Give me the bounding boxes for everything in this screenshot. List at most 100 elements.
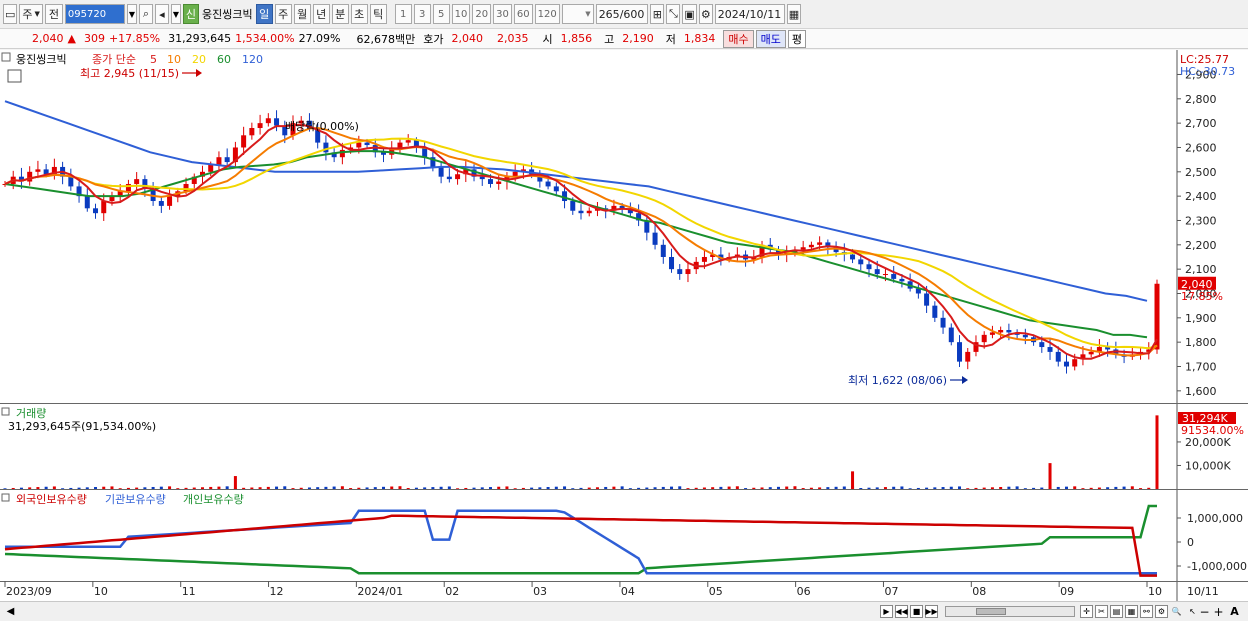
volume-bar-36	[299, 487, 303, 489]
scale-icon[interactable]: ⤡	[666, 4, 681, 24]
holding-tick-label-2: -1,000,000	[1187, 560, 1247, 573]
interval-button-20[interactable]: 20	[472, 4, 492, 24]
volume-bar-120	[990, 487, 994, 489]
speaker-icon[interactable]: ◂	[154, 4, 169, 24]
candle-body-112	[924, 293, 930, 306]
layout-icon[interactable]: ▤	[1110, 605, 1123, 618]
plus-icon[interactable]: +	[1212, 605, 1225, 619]
search-icon[interactable]: ⌕	[138, 4, 153, 24]
volume-bar-137	[1130, 486, 1134, 489]
speaker-dropdown-icon[interactable]: ▼	[170, 4, 181, 24]
volume-bar-83	[686, 488, 690, 489]
rewind-icon[interactable]: ◀◀	[895, 605, 908, 618]
period-tab-4[interactable]: 분	[331, 4, 349, 24]
candle-body-114	[940, 317, 946, 328]
legend-stock-name: 웅진씽크빅	[16, 53, 67, 66]
period-tab-3[interactable]: 년	[312, 4, 330, 24]
play-icon[interactable]: ▶	[880, 605, 893, 618]
minus-icon[interactable]: −	[1198, 605, 1211, 619]
period-tab-6[interactable]: 틱	[369, 4, 387, 24]
interval-button-30[interactable]: 30	[493, 4, 512, 24]
volume-value-text: 31,293,645주(91,534.00%)	[8, 420, 156, 433]
volume-bar-105	[867, 487, 871, 489]
buy-button[interactable]: 매수	[723, 29, 754, 48]
volume-bar-73	[604, 486, 608, 489]
new-badge[interactable]: 신	[182, 4, 200, 24]
change-value: 309	[83, 32, 105, 45]
volume-bar-45	[373, 487, 377, 489]
volume-bar-53	[439, 486, 443, 489]
volume-title: 거래량	[16, 407, 46, 420]
period-tab-0[interactable]: 일	[255, 4, 273, 24]
table-icon[interactable]	[7, 69, 22, 83]
scroll-thumb[interactable]	[976, 608, 1006, 615]
scroll-track[interactable]	[945, 606, 1075, 617]
link-icon[interactable]: ⚯	[1140, 605, 1153, 618]
eval-button[interactable]: 평	[787, 29, 806, 48]
volume-bar-38	[316, 487, 320, 489]
chart-area[interactable]: 2,900 2,800 2,700 2,600 2,500 2,400 2,300 2,200…	[0, 50, 1248, 601]
zoom-fit-icon[interactable]: ⊞	[650, 4, 665, 24]
holding-legend-2: 개인보유수량	[183, 493, 244, 506]
volume-bar-39	[324, 486, 328, 489]
legend-ma-120: 120	[242, 53, 263, 66]
stock-code-input[interactable]: 095720	[64, 4, 125, 24]
volume-bar-130	[1073, 486, 1077, 489]
volume-bar-97	[801, 488, 805, 489]
period-tab-1[interactable]: 주	[274, 4, 292, 24]
open-price: 1,856	[560, 32, 593, 45]
settings-icon[interactable]: ⚙	[1155, 605, 1168, 618]
volume-tick-label-0: 20,000K	[1185, 436, 1231, 449]
font-icon[interactable]: A	[1228, 605, 1241, 618]
candle-body-103	[850, 254, 856, 260]
window-icon[interactable]: ▭	[3, 4, 18, 24]
interval-button-60[interactable]: 60	[513, 4, 533, 24]
stop-icon[interactable]: ■	[910, 605, 923, 618]
candle-body-16	[134, 179, 140, 184]
volume-bar-31	[258, 487, 262, 489]
interval-button-1[interactable]: 1	[394, 4, 412, 24]
candle-body-4	[35, 169, 41, 172]
display-count-input[interactable]: 265/600	[595, 4, 649, 24]
price-tick-label-12: 1,700	[1185, 360, 1217, 373]
interval-button-5[interactable]: 5	[432, 4, 450, 24]
scissors-icon[interactable]: ✂	[1095, 605, 1108, 618]
interval-custom-select[interactable]: ▼	[561, 4, 594, 24]
sell-button[interactable]: 매도	[755, 29, 786, 48]
chart-svg[interactable]: 2,9002,8002,7002,6002,5002,4002,3002,200…	[0, 50, 1248, 601]
volume-bar-8	[69, 487, 73, 489]
candle-body-127	[1047, 347, 1053, 352]
period-tab-2[interactable]: 월	[293, 4, 311, 24]
period-tab-5[interactable]: 초	[350, 4, 368, 24]
prev-button[interactable]: 전	[44, 4, 63, 24]
volume-bar-27	[225, 486, 229, 489]
interval-button-10[interactable]: 10	[451, 4, 471, 24]
volume-bar-104	[859, 488, 863, 489]
zoom-out-icon[interactable]: 🔍	[1170, 605, 1183, 618]
candle-body-129	[1063, 361, 1069, 367]
interval-button-3[interactable]: 3	[413, 4, 431, 24]
volume-bar-20	[168, 486, 172, 489]
scroll-bar[interactable]: ◀ ▶ ◀◀ ■ ▶▶ ✛ ✂ ▤ ▦ ⚯ ⚙ 🔍 ↖ − + A	[0, 601, 1248, 621]
volume-bar-90	[744, 488, 748, 489]
code-dropdown-icon[interactable]: ▼	[126, 4, 137, 24]
price-tick-label-1: 2,800	[1185, 93, 1217, 106]
scroll-left-icon[interactable]: ◀	[4, 605, 17, 618]
total-count: /600	[619, 7, 645, 21]
grid-icon[interactable]: ▦	[1125, 605, 1138, 618]
volume-bar-24	[200, 487, 204, 489]
date-input[interactable]: 2024/10/11	[714, 4, 785, 24]
save-icon[interactable]: ▣	[682, 4, 697, 24]
gear-icon[interactable]: ⚙	[698, 4, 713, 24]
candle-body-113	[932, 305, 938, 318]
interval-button-120[interactable]: 120	[534, 4, 560, 24]
candle-body-41	[339, 149, 345, 158]
forward-icon[interactable]: ▶▶	[925, 605, 938, 618]
volume-rate: 1,534.00%	[235, 32, 295, 45]
volume-bar-12	[102, 486, 106, 489]
x-tick-label-6: 03	[533, 585, 547, 598]
market-select[interactable]: 주 ▼	[19, 4, 43, 24]
crosshair-icon[interactable]: ✛	[1080, 605, 1093, 618]
x-tick-label-13: 10	[1148, 585, 1162, 598]
calendar-icon[interactable]: ▦	[786, 4, 802, 24]
